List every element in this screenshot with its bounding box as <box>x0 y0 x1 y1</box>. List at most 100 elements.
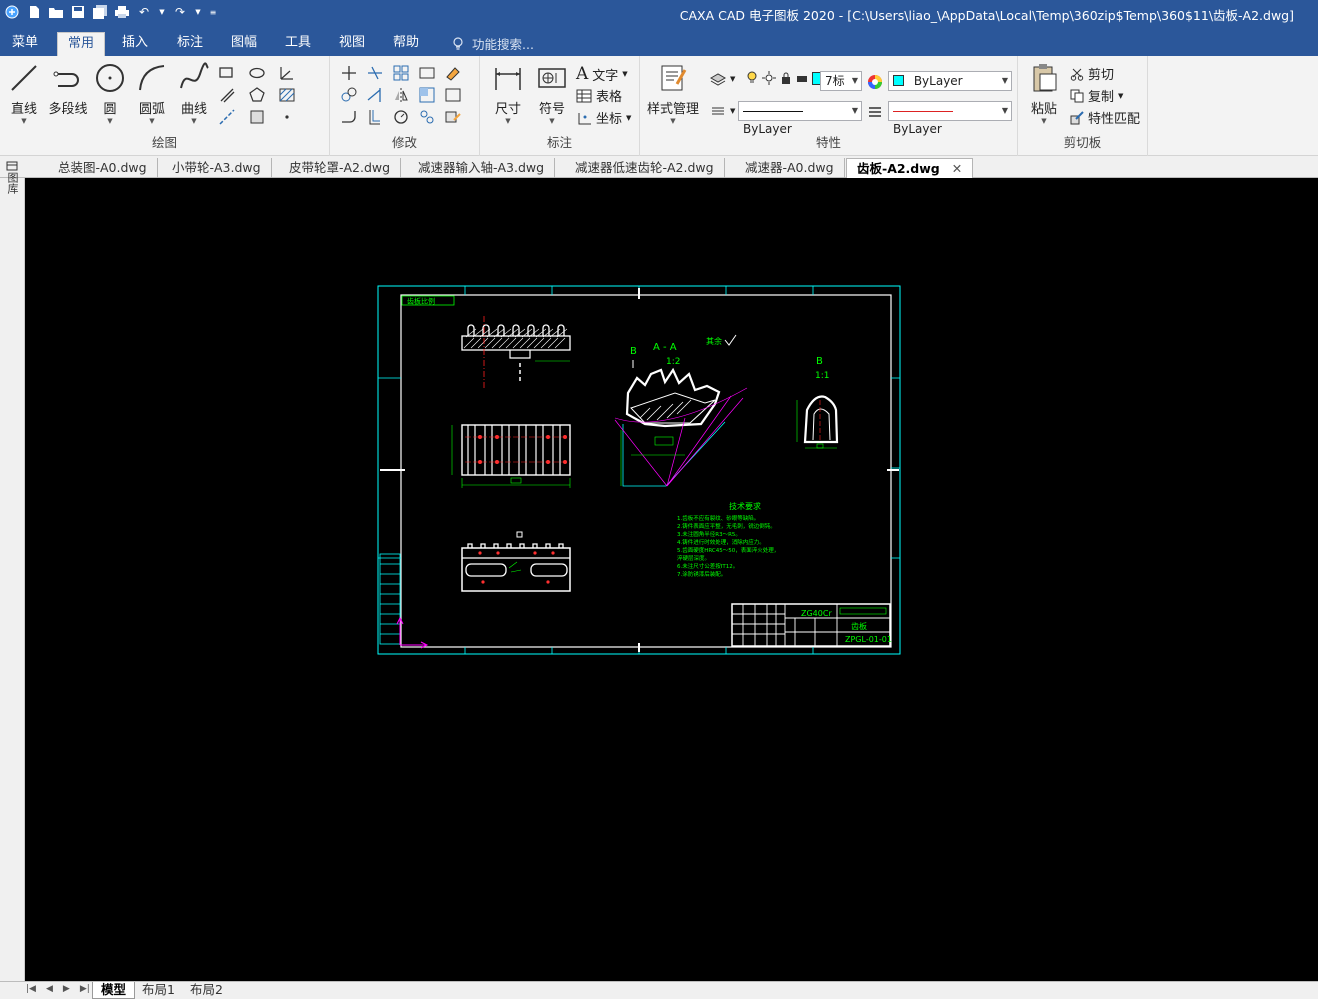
next-layout-icon[interactable]: ▶ <box>63 984 70 994</box>
tab-tools[interactable]: 工具 <box>275 32 321 56</box>
dimension-dropdown-icon[interactable]: ▼ <box>488 117 528 125</box>
doc-tab-small-pulley[interactable]: 小带轮-A3.dwg <box>162 158 272 178</box>
color-combo-dropdown-icon[interactable]: ▼ <box>1002 72 1008 90</box>
lock-icon[interactable] <box>780 71 792 85</box>
centerline-icon[interactable] <box>218 108 236 126</box>
coordinate-dropdown-icon[interactable]: ▼ <box>626 114 631 122</box>
lineweight-combo[interactable]: ByLayer ▼ <box>888 101 1012 136</box>
drawing-canvas[interactable]: 齿板比例 A - A 1:2 B 其余 B 1:1 技术要求 1.齿板不应有裂纹… <box>25 178 1318 981</box>
offset-icon[interactable] <box>366 108 384 126</box>
break-icon[interactable] <box>444 86 462 104</box>
mirror-icon[interactable] <box>392 86 410 104</box>
layer-tools-dropdown-icon[interactable]: ▼ <box>730 75 735 83</box>
extend-icon[interactable] <box>366 86 384 104</box>
line-dropdown-icon[interactable]: ▼ <box>4 117 44 125</box>
open-folder-icon[interactable] <box>48 4 64 20</box>
explode-icon[interactable] <box>418 108 436 126</box>
match-properties-button[interactable]: 特性匹配 <box>1070 108 1140 127</box>
function-search[interactable]: 功能搜索... <box>452 34 534 53</box>
coordinate-button[interactable]: 坐标 ▼ <box>576 108 631 127</box>
new-file-icon[interactable] <box>26 4 42 20</box>
save-all-icon[interactable] <box>92 4 108 20</box>
table-button[interactable]: 表格 <box>576 86 622 105</box>
fillet-icon[interactable] <box>340 108 358 126</box>
layer-manager-icon[interactable] <box>710 72 726 86</box>
close-tab-icon[interactable]: ✕ <box>952 161 962 176</box>
symbol-button[interactable]: 符号 ▼ <box>532 62 572 125</box>
first-layout-icon[interactable]: |◀ <box>26 984 36 994</box>
hatch-icon[interactable] <box>278 86 296 104</box>
linetype-dropdown-icon[interactable]: ▼ <box>852 102 858 120</box>
tab-sheet[interactable]: 图幅 <box>221 32 267 56</box>
block-icon[interactable] <box>248 108 266 126</box>
style-manager-dropdown-icon[interactable]: ▼ <box>644 117 702 125</box>
tab-annotate[interactable]: 标注 <box>167 32 213 56</box>
doc-tab-reducer[interactable]: 减速器-A0.dwg <box>735 158 845 178</box>
redo-icon[interactable]: ↷ <box>172 4 188 20</box>
lineweight-icon[interactable] <box>868 105 882 119</box>
arc-button[interactable]: 圆弧 ▼ <box>132 62 172 125</box>
layout-tab-2[interactable]: 布局2 <box>182 982 231 999</box>
print-icon[interactable] <box>114 4 130 20</box>
undo-dropdown-icon[interactable]: ▼ <box>158 4 166 20</box>
rotate-icon[interactable] <box>392 108 410 126</box>
circle-dropdown-icon[interactable]: ▼ <box>90 117 130 125</box>
erase-icon[interactable] <box>444 64 462 82</box>
cut-button[interactable]: 剪切 <box>1070 64 1114 83</box>
polyline-button[interactable]: 多段线 <box>46 62 90 117</box>
doc-tab-low-speed-gear[interactable]: 减速器低速齿轮-A2.dwg <box>565 158 725 178</box>
linestyle-menu-icon[interactable] <box>710 104 726 118</box>
last-layout-icon[interactable]: ▶| <box>80 984 90 994</box>
stretch-icon[interactable] <box>418 86 436 104</box>
dimension-button[interactable]: 尺寸 ▼ <box>488 62 528 125</box>
paste-button[interactable]: 粘贴 ▼ <box>1024 62 1064 125</box>
move-icon[interactable] <box>340 64 358 82</box>
text-dropdown-icon[interactable]: ▼ <box>622 70 627 78</box>
curve-dropdown-icon[interactable]: ▼ <box>174 117 214 125</box>
undo-icon[interactable]: ↶ <box>136 4 152 20</box>
printer-icon[interactable] <box>796 71 808 85</box>
ellipse-icon[interactable] <box>248 64 266 82</box>
doc-tab-assembly[interactable]: 总装图-A0.dwg <box>48 158 158 178</box>
tab-help[interactable]: 帮助 <box>383 32 429 56</box>
layout-tab-1[interactable]: 布局1 <box>134 982 183 999</box>
sun-icon[interactable] <box>762 71 776 85</box>
point-icon[interactable] <box>278 108 296 126</box>
parallel-line-icon[interactable] <box>218 86 236 104</box>
prev-layout-icon[interactable]: ◀ <box>46 984 53 994</box>
doc-tab-tooth-plate[interactable]: 齿板-A2.dwg ✕ <box>846 158 974 178</box>
property-brush-icon[interactable] <box>444 108 462 126</box>
customize-qat-icon[interactable]: ≡ <box>208 4 218 20</box>
doc-tab-belt-guard[interactable]: 皮带轮罩-A2.dwg <box>279 158 402 178</box>
drawing-sheet[interactable]: 齿板比例 A - A 1:2 B 其余 B 1:1 技术要求 1.齿板不应有裂纹… <box>25 178 1318 981</box>
tab-view[interactable]: 视图 <box>329 32 375 56</box>
tab-menu[interactable]: 菜单 <box>2 32 48 56</box>
color-combo[interactable]: ByLayer ▼ <box>888 71 1012 91</box>
style-manager-button[interactable]: 样式管理 ▼ <box>644 62 702 125</box>
arc-dropdown-icon[interactable]: ▼ <box>132 117 172 125</box>
paste-dropdown-icon[interactable]: ▼ <box>1024 117 1064 125</box>
library-side-tab[interactable]: 图库 <box>0 160 24 210</box>
rectangle-icon[interactable] <box>218 64 236 82</box>
layout-tab-model[interactable]: 模型 <box>92 982 136 999</box>
tab-common[interactable]: 常用 <box>57 32 106 56</box>
copy-icon[interactable] <box>340 86 358 104</box>
lineweight-dropdown-icon[interactable]: ▼ <box>1002 102 1008 120</box>
app-logo-icon[interactable] <box>4 4 20 20</box>
text-style-combo[interactable]: 7标 ▼ <box>820 71 862 91</box>
symbol-dropdown-icon[interactable]: ▼ <box>532 117 572 125</box>
copy-dropdown-icon[interactable]: ▼ <box>1118 92 1123 100</box>
angle-line-icon[interactable] <box>278 64 296 82</box>
curve-button[interactable]: 曲线 ▼ <box>174 62 214 125</box>
trim-icon[interactable] <box>366 64 384 82</box>
copy-button[interactable]: 复制 ▼ <box>1070 86 1123 105</box>
text-button[interactable]: A 文字 ▼ <box>576 64 628 84</box>
circle-button[interactable]: 圆 ▼ <box>90 62 130 125</box>
linetype-combo[interactable]: ByLayer ▼ <box>738 101 862 136</box>
save-icon[interactable] <box>70 4 86 20</box>
array-icon[interactable] <box>392 64 410 82</box>
color-wheel-icon[interactable] <box>867 74 883 90</box>
line-button[interactable]: 直线 ▼ <box>4 62 44 125</box>
doc-tab-input-shaft[interactable]: 减速器输入轴-A3.dwg <box>408 158 556 178</box>
tab-insert[interactable]: 插入 <box>112 32 158 56</box>
